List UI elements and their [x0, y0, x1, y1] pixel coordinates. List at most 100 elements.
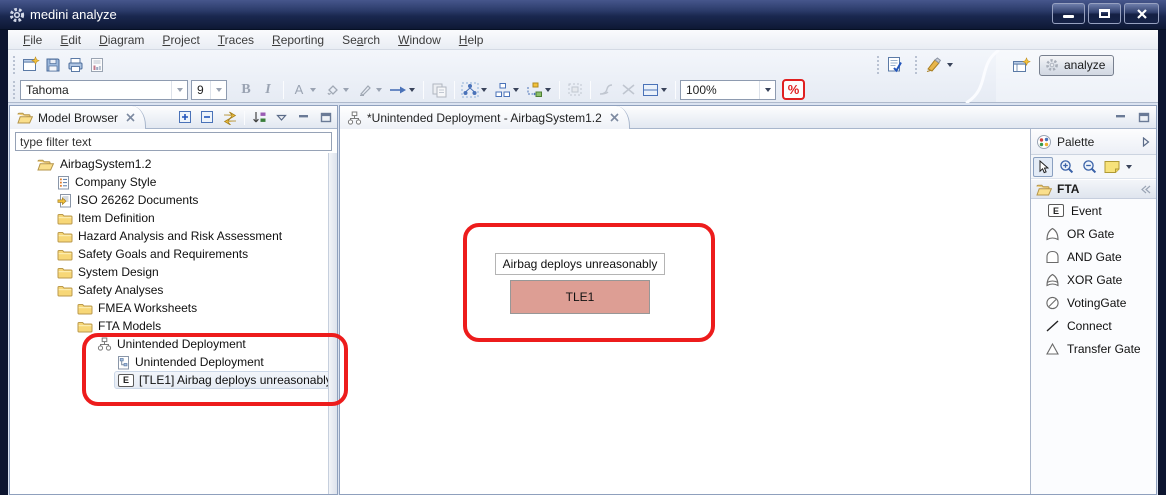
maximize-button[interactable] [1088, 3, 1121, 24]
menu-search[interactable]: Search [333, 30, 389, 49]
chevron-down-icon[interactable] [310, 87, 316, 92]
event-node-tle1[interactable]: TLE1 [510, 280, 650, 314]
tree-item-safety-goals[interactable]: Safety Goals and Requirements [57, 245, 248, 263]
maximize-view-button[interactable] [317, 109, 334, 126]
italic-button[interactable]: I [257, 79, 279, 101]
line-color-button[interactable] [354, 79, 376, 101]
zoom-level-select[interactable]: 100% [680, 79, 776, 100]
palette-header[interactable]: Palette [1031, 129, 1156, 155]
fit-selection-button[interactable] [564, 79, 586, 101]
maximize-view-button[interactable] [1135, 109, 1152, 126]
menu-project[interactable]: Project [153, 30, 208, 49]
chevron-down-icon[interactable] [545, 87, 551, 92]
maximize-icon [1099, 9, 1110, 18]
minimize-view-button[interactable] [295, 109, 312, 126]
view-menu-button[interactable] [273, 109, 290, 126]
tree-item-iso-documents[interactable]: ISO 26262 Documents [57, 191, 198, 209]
tree-item-safety-analyses[interactable]: Safety Analyses [57, 281, 163, 299]
link-with-editor-button[interactable] [221, 109, 238, 126]
chevron-down-icon[interactable] [513, 87, 519, 92]
close-icon[interactable] [126, 113, 135, 122]
open-perspective-button[interactable] [1010, 54, 1032, 76]
toolbar-drag-handle[interactable] [12, 80, 17, 99]
align-elements-button[interactable] [523, 79, 545, 101]
tree-item-diagram-unintended-deployment[interactable]: Unintended Deployment [117, 353, 264, 371]
chevron-down-icon[interactable] [481, 87, 487, 92]
palette-item-xor-gate[interactable]: XOR Gate [1031, 268, 1156, 291]
tree-item-system-design[interactable]: System Design [57, 263, 159, 281]
tree-item-tle1-event[interactable]: E [TLE1] Airbag deploys unreasonably [1 [114, 371, 337, 389]
minimize-button[interactable] [1052, 3, 1085, 24]
merge-links-button[interactable] [595, 79, 617, 101]
validate-model-button[interactable] [884, 54, 906, 76]
minimize-view-button[interactable] [1112, 109, 1129, 126]
tree-item-fmea-worksheets[interactable]: FMEA Worksheets [77, 299, 197, 317]
toolbar-drag-handle[interactable] [914, 55, 919, 74]
sort-button[interactable] [251, 109, 268, 126]
chevron-down-icon[interactable] [409, 87, 415, 92]
palette-item-transfer-gate[interactable]: Transfer Gate [1031, 337, 1156, 360]
tree-item-airbagsystem[interactable]: AirbagSystem1.2 [37, 155, 151, 173]
menu-reporting[interactable]: Reporting [263, 30, 333, 49]
close-button[interactable] [1124, 3, 1159, 24]
menu-diagram[interactable]: Diagram [90, 30, 153, 49]
font-color-button[interactable]: A [288, 79, 310, 101]
menu-file[interactable]: File [14, 30, 51, 49]
tree-filter-input[interactable] [15, 132, 332, 151]
menu-traces[interactable]: Traces [209, 30, 263, 49]
menu-help[interactable]: Help [450, 30, 493, 49]
paint-bucket-icon [326, 84, 338, 95]
connection-style-button[interactable] [387, 79, 409, 101]
tree-item-hazard-analysis[interactable]: Hazard Analysis and Risk Assessment [57, 227, 282, 245]
zoom-out-tool[interactable] [1079, 157, 1099, 177]
split-links-button[interactable] [617, 79, 639, 101]
palette-item-or-gate[interactable]: OR Gate [1031, 222, 1156, 245]
palette-drawer-fta[interactable]: FTA [1031, 179, 1156, 199]
zoom-in-tool[interactable] [1056, 157, 1076, 177]
collapse-all-button[interactable] [199, 109, 216, 126]
menu-edit[interactable]: Edit [51, 30, 90, 49]
menu-window[interactable]: Window [389, 30, 450, 49]
grid-visibility-button[interactable] [639, 79, 661, 101]
perspective-analyze-button[interactable]: analyze [1039, 54, 1115, 76]
copy-appearance-button[interactable] [428, 79, 450, 101]
toolbar-drag-handle[interactable] [876, 55, 881, 74]
chevron-down-icon[interactable] [1126, 164, 1132, 169]
collapse-palette-icon[interactable] [1142, 136, 1150, 147]
note-tool[interactable] [1102, 157, 1122, 177]
toolbar-drag-handle[interactable] [12, 55, 17, 74]
highlight-marker-button[interactable] [922, 54, 944, 76]
diagram-canvas[interactable]: Airbag deploys unreasonably TLE1 [340, 129, 1030, 494]
bold-button[interactable]: B [235, 79, 257, 101]
chevron-down-icon[interactable] [661, 87, 667, 92]
layout-hierarchy-button[interactable] [491, 79, 513, 101]
chevron-down-icon[interactable] [343, 87, 349, 92]
sync-arrows-icon [223, 111, 236, 125]
tree-item-fta-models[interactable]: FTA Models [77, 317, 161, 335]
font-family-select[interactable]: Tahoma [20, 79, 188, 100]
select-tool[interactable] [1033, 156, 1053, 177]
layout-diagram-button[interactable] [459, 79, 481, 101]
palette-item-connect[interactable]: Connect [1031, 314, 1156, 337]
palette-item-voting-gate[interactable]: VotingGate [1031, 291, 1156, 314]
tree-item-item-definition[interactable]: Item Definition [57, 209, 155, 227]
editor-tab-unintended-deployment[interactable]: *Unintended Deployment - AirbagSystem1.2 [340, 106, 630, 129]
palette-item-and-gate[interactable]: AND Gate [1031, 245, 1156, 268]
close-icon[interactable] [610, 113, 619, 122]
tree-item-company-style[interactable]: Company Style [57, 173, 156, 191]
chevron-down-icon[interactable] [376, 87, 382, 92]
new-diagram-button[interactable] [20, 54, 42, 76]
event-label-box[interactable]: Airbag deploys unreasonably [495, 253, 665, 275]
tree-item-fta-unintended-deployment[interactable]: Unintended Deployment [97, 335, 246, 353]
report-button[interactable] [86, 54, 108, 76]
tree-vertical-scrollbar[interactable] [328, 153, 337, 494]
zoom-percent-button[interactable]: % [782, 79, 805, 100]
palette-item-event[interactable]: E Event [1031, 199, 1156, 222]
model-browser-tab[interactable]: Model Browser [10, 106, 147, 129]
font-size-select[interactable]: 9 [191, 79, 227, 100]
expand-all-button[interactable] [177, 109, 194, 126]
print-button[interactable] [64, 54, 86, 76]
chevron-down-icon[interactable] [947, 62, 953, 67]
fill-color-button[interactable] [321, 79, 343, 101]
save-button[interactable] [42, 54, 64, 76]
